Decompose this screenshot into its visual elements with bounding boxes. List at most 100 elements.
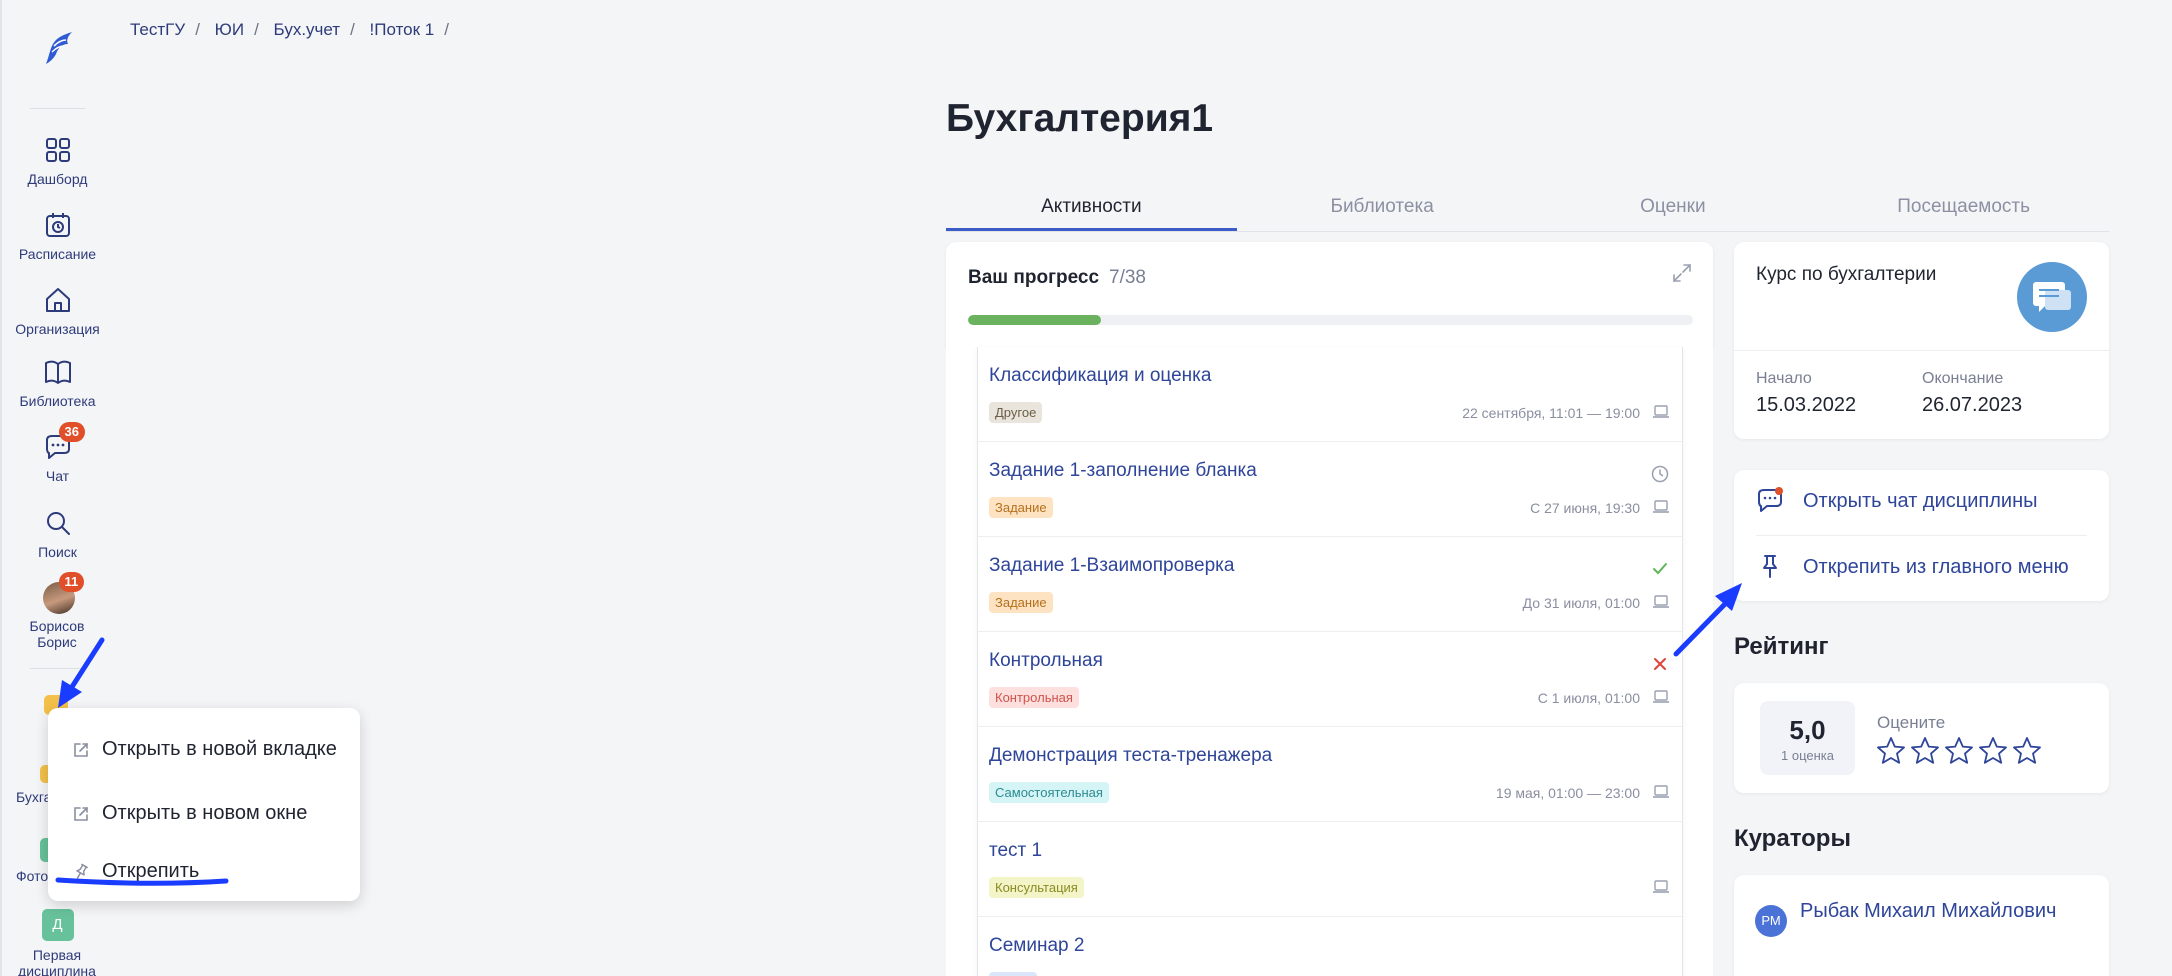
discipline-letter-icon: Д xyxy=(41,909,74,941)
score-box: 5,0 1 оценка xyxy=(1760,701,1855,775)
course-name: Курс по бухгалтерии xyxy=(1756,264,1937,285)
activity-item[interactable]: Демонстрация теста-тренажера Самостоятель… xyxy=(978,727,1682,822)
pin-icon xyxy=(76,863,88,879)
breadcrumb-separator: / xyxy=(254,20,259,39)
tab-attendance[interactable]: Посещаемость xyxy=(1818,192,2109,231)
breadcrumb-item[interactable]: !Поток 1 xyxy=(370,20,435,39)
activity-title[interactable]: Классификация и оценка xyxy=(989,365,1211,387)
activity-title[interactable]: Семинар 2 xyxy=(989,935,1084,957)
activity-type-badge: Самостоятельная xyxy=(989,782,1109,803)
breadcrumb-item[interactable]: Бух.учет xyxy=(274,20,341,39)
laptop-icon xyxy=(1652,689,1670,705)
activity-item[interactable]: Задание 1-Взаимопроверка Задание До 31 июл… xyxy=(978,537,1682,632)
activity-item[interactable]: Семинар 2 xyxy=(978,917,1682,976)
star-icon[interactable] xyxy=(1875,735,1907,767)
sidebar-item-dashboard[interactable]: Дашборд xyxy=(2,135,113,187)
open-discipline-chat-button[interactable]: Открыть чат дисциплины xyxy=(1734,470,2109,534)
activity-date: С 27 июня, 19:30 xyxy=(1530,500,1640,516)
activity-item[interactable]: Контрольная Контрольная С 1 июля, 01:00 xyxy=(978,632,1682,727)
external-link-icon xyxy=(74,807,88,821)
breadcrumb-separator: / xyxy=(195,20,200,39)
activity-title[interactable]: Задание 1-Взаимопроверка xyxy=(989,555,1234,577)
activity-list: Классификация и оценка Другое 22 сентября,… xyxy=(977,347,1683,976)
search-icon xyxy=(46,512,70,535)
pin-icon xyxy=(1763,555,1777,578)
laptop-icon xyxy=(1652,879,1670,895)
tab-activities[interactable]: Активности xyxy=(946,192,1237,231)
chat-icon xyxy=(1758,487,1783,512)
chat-icon-wrap: 36 xyxy=(43,422,85,462)
rating-heading: Рейтинг xyxy=(1734,633,1829,660)
unpin-item[interactable]: Открепить xyxy=(48,844,360,900)
chat-unread-badge: 36 xyxy=(58,422,85,442)
activity-type-badge xyxy=(989,972,1037,976)
tab-grades[interactable]: Оценки xyxy=(1528,192,1819,231)
activity-title[interactable]: Демонстрация теста-тренажера xyxy=(989,745,1272,767)
end-date-label: Окончание xyxy=(1922,370,2004,387)
expand-icon[interactable] xyxy=(1671,262,1693,284)
progress-title: Ваш прогресс xyxy=(968,267,1100,288)
end-date-value: 26.07.2023 xyxy=(1922,394,2023,416)
activity-date: 19 мая, 01:00 — 23:00 xyxy=(1495,785,1640,801)
university-logo-icon[interactable] xyxy=(36,26,78,68)
clock-icon xyxy=(1650,464,1670,484)
curators-heading: Кураторы xyxy=(1734,825,1851,852)
course-actions-card: Открыть чат дисциплины Открепить из глав… xyxy=(1734,470,2109,601)
activity-item[interactable]: тест 1 Консультация xyxy=(978,822,1682,917)
menu-item-label: Открыть в новой вкладке xyxy=(102,738,337,760)
progress-bar-fill xyxy=(968,315,1102,325)
sidebar-item-schedule[interactable]: Расписание xyxy=(2,210,113,262)
sidebar-item-label: Первая дисциплина xyxy=(18,947,96,976)
tab-library[interactable]: Библиотека xyxy=(1237,192,1528,231)
sidebar-item-search[interactable]: Поиск xyxy=(2,508,113,560)
activity-title[interactable]: Задание 1-заполнение бланка xyxy=(989,460,1257,482)
sidebar-pinned-first-discipline[interactable]: Д Первая дисциплина xyxy=(2,909,113,976)
activity-date: 22 сентября, 11:01 — 19:00 xyxy=(1462,405,1640,421)
activity-type-badge: Задание xyxy=(989,497,1053,518)
activity-type-badge: Другое xyxy=(989,402,1043,423)
curator-card: РМ Рыбак Михаил Михайлович xyxy=(1734,875,2109,976)
progress-count: 7/38 xyxy=(1109,267,1146,288)
menu-item-label: Открепить xyxy=(102,860,200,882)
sidebar-item-label: Поиск xyxy=(38,544,77,560)
open-in-new-tab-item[interactable]: Открыть в новой вкладке xyxy=(48,722,360,778)
sidebar-item-library[interactable]: Библиотека xyxy=(2,357,113,409)
open-in-new-window-item[interactable]: Открыть в новом окне xyxy=(48,786,360,842)
star-icon[interactable] xyxy=(2011,735,2043,767)
sidebar-item-label: Библиотека xyxy=(19,393,96,409)
breadcrumb-item[interactable]: ЮИ xyxy=(215,20,244,39)
laptop-icon xyxy=(1652,404,1670,420)
star-icon[interactable] xyxy=(1977,735,2009,767)
breadcrumb-item[interactable]: ТестГУ xyxy=(130,20,185,39)
start-date-value: 15.03.2022 xyxy=(1756,394,1857,416)
activity-item[interactable]: Задание 1-заполнение бланка Задание С 27 и… xyxy=(978,442,1682,537)
sidebar-item-chat[interactable]: 36 Чат xyxy=(2,422,113,484)
curator-avatar: РМ xyxy=(1755,905,1787,937)
action-label: Открыть чат дисциплины xyxy=(1803,490,2038,512)
course-divider xyxy=(1734,350,2109,351)
activity-title[interactable]: Контрольная xyxy=(989,650,1103,672)
sidebar-item-profile[interactable]: 11 Борисов Борис xyxy=(2,572,113,650)
curator-name-link[interactable]: Рыбак Михаил Михайлович xyxy=(1800,897,2080,925)
home-icon xyxy=(45,288,70,312)
unpin-from-main-menu-button[interactable]: Открепить из главного меню xyxy=(1734,536,2109,600)
sidebar-divider xyxy=(30,668,85,669)
external-link-icon xyxy=(74,743,88,757)
laptop-icon xyxy=(1652,499,1670,515)
avatar-wrap: 11 xyxy=(42,572,85,614)
sidebar-item-label: Борисов Борис xyxy=(29,618,85,650)
star-icon[interactable] xyxy=(1909,735,1941,767)
course-card: Курс по бухгалтерии Начало 15.03.2022 Ок… xyxy=(1734,242,2109,439)
profile-badge: 11 xyxy=(58,572,85,592)
star-icon[interactable] xyxy=(1943,735,1975,767)
check-icon xyxy=(1650,559,1670,579)
activity-title[interactable]: тест 1 xyxy=(989,840,1042,862)
sidebar-item-label: Дашборд xyxy=(27,171,88,187)
chat-bubbles-icon xyxy=(2033,282,2071,312)
sidebar-item-organization[interactable]: Организация xyxy=(2,285,113,337)
activity-item[interactable]: Классификация и оценка Другое 22 сентября,… xyxy=(978,347,1682,442)
progress-card: Ваш прогресс 7/38 xyxy=(946,242,1713,347)
star-rating xyxy=(1875,735,2043,767)
start-date-label: Начало xyxy=(1756,370,1812,387)
breadcrumb-separator: / xyxy=(444,20,449,39)
